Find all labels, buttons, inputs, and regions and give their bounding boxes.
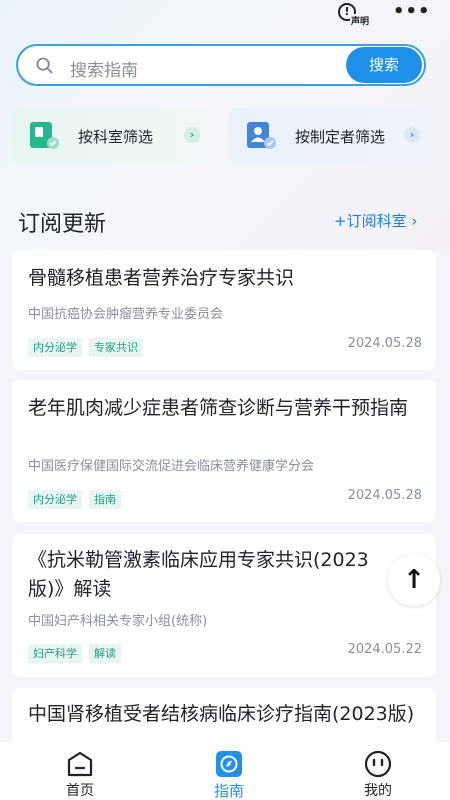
guide-card[interactable]: 老年肌肉减少症患者筛查诊断与营养干预指南 中国医疗保健国际交流促进会临床营养健康… [12,380,436,522]
scroll-to-top-button[interactable]: ↑ [388,554,440,606]
tag-department: 妇产科学 [28,644,82,663]
subscription-section-header: 订阅更新 +订阅科室 › [0,200,450,240]
statement-button[interactable]: ! 声明 [336,2,370,28]
search-input[interactable]: 搜索指南 [70,56,138,81]
guide-organization: 中国抗癌协会肿瘤营养专业委员会 [28,307,224,322]
guide-card[interactable]: 骨髓移植患者营养治疗专家共识 中国抗癌协会肿瘤营养专业委员会 内分泌学 专家共识 … [12,250,436,370]
tab-me[interactable]: 我的 [338,742,418,800]
more-menu-icon[interactable]: ••• [393,2,431,22]
section-title: 订阅更新 [18,212,107,237]
home-icon [67,751,93,777]
department-book-icon [30,122,59,149]
bottom-tab-bar: 首页 指南 我的 [0,742,450,800]
compass-icon [216,751,242,777]
guide-date: 2024.05.28 [347,488,422,503]
maker-person-icon [247,122,276,149]
tag-department: 内分泌学 [28,338,82,357]
tab-guide[interactable]: 指南 [189,742,269,800]
tab-home-label: 首页 [66,783,94,799]
guide-date: 2024.05.28 [347,336,422,351]
guide-title: 《抗米勒管激素临床应用专家共识(2023版)》解读 [28,549,369,600]
profile-face-icon [364,750,392,778]
filter-by-department-button[interactable]: 按科室筛选 › [12,108,210,164]
guide-title: 老年肌肉减少症患者筛查诊断与营养干预指南 [28,397,409,419]
tag-department: 内分泌学 [28,490,82,509]
subscribe-department-link[interactable]: +订阅科室 › [334,210,417,231]
guide-title: 中国肾移植受者结核病临床诊疗指南(2023版) [28,703,415,725]
filter-by-maker-label: 按制定者筛选 [295,128,386,146]
guide-list: 骨髓移植患者营养治疗专家共识 中国抗癌协会肿瘤营养专业委员会 内分泌学 专家共识 … [0,250,450,742]
guide-date: 2024.05.22 [347,642,422,657]
guide-card[interactable]: 中国肾移植受者结核病临床诊疗指南(2023版) [12,688,436,742]
search-bar[interactable]: 搜索指南 搜索 [16,44,426,86]
guide-tags: 内分泌学 指南 [28,488,128,509]
guide-card[interactable]: 《抗米勒管激素临床应用专家共识(2023版)》解读 中国妇产科相关专家小组(统称… [12,534,436,677]
tag-type: 解读 [89,644,121,663]
top-bar: ! 声明 ••• [0,0,450,30]
tag-type: 指南 [89,490,121,509]
guide-title: 骨髓移植患者营养治疗专家共识 [28,267,295,289]
tab-me-label: 我的 [364,783,392,799]
statement-label: 声明 [350,14,370,27]
chevron-right-icon: › [404,127,420,143]
search-button[interactable]: 搜索 [346,47,422,83]
filter-by-maker-button[interactable]: 按制定者筛选 › [229,108,434,164]
guide-tags: 妇产科学 解读 [28,642,128,663]
tab-guide-label: 指南 [213,782,244,800]
filter-by-department-label: 按科室筛选 [78,128,154,146]
guide-tags: 内分泌学 专家共识 [28,336,150,357]
chevron-right-icon: › [184,127,200,143]
guide-organization: 中国妇产科相关专家小组(统称) [28,614,208,629]
guide-organization: 中国医疗保健国际交流促进会临床营养健康学分会 [28,459,315,474]
tag-type: 专家共识 [89,338,143,357]
search-icon [36,57,53,74]
tab-home[interactable]: 首页 [40,742,120,800]
arrow-up-icon: ↑ [403,565,425,595]
